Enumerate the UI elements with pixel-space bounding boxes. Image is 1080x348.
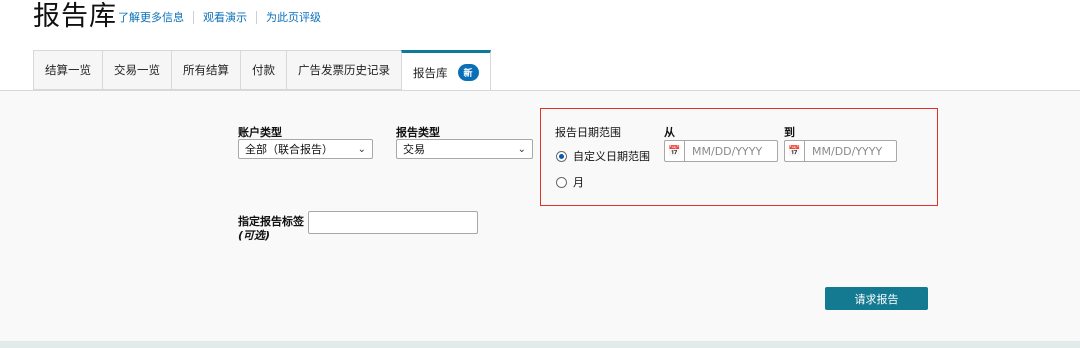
tab-bar: 结算一览 交易一览 所有结算 付款 广告发票历史记录 报告库 新 [33,50,491,93]
tab-ad-invoice-history[interactable]: 广告发票历史记录 [286,50,401,90]
link-divider [256,10,257,24]
from-label: 从 [664,126,675,139]
page-header: 报告库 了解更多信息 观看演示 为此页评级 结算一览 交易一览 所有结算 付款 … [0,0,1080,93]
account-type-label: 账户类型 [238,126,282,139]
custom-range-radio[interactable]: 自定义日期范围 [556,148,650,164]
tab-label: 付款 [252,63,275,77]
link-divider [193,10,194,24]
calendar-icon[interactable]: 📅 [665,141,685,161]
custom-range-label: 自定义日期范围 [573,150,650,163]
month-radio[interactable]: 月 [556,174,584,190]
watch-demo-link[interactable]: 观看演示 [203,9,247,25]
tab-payments[interactable]: 付款 [240,50,286,90]
radio-selected-icon [556,150,567,162]
to-date-placeholder: MM/DD/YYYY [812,144,883,158]
tab-report-library[interactable]: 报告库 新 [401,50,491,93]
account-type-value: 全部（联合报告） [245,143,333,156]
date-range-label: 报告日期范围 [555,126,621,139]
month-label: 月 [573,176,584,189]
tab-label: 报告库 [413,65,448,80]
learn-more-link[interactable]: 了解更多信息 [118,9,184,25]
chevron-down-icon: ⌄ [517,143,526,155]
page-title: 报告库 [33,1,117,32]
tab-label: 交易一览 [114,63,160,77]
to-label: 到 [784,126,795,139]
footer-bar [0,341,1080,348]
optional-label: (可选) [238,229,271,242]
new-badge: 新 [457,64,479,81]
tab-label: 所有结算 [183,63,229,77]
to-date-input[interactable]: 📅 MM/DD/YYYY [784,140,897,162]
request-report-button[interactable]: 请求报告 [825,287,928,310]
calendar-icon[interactable]: 📅 [785,141,805,161]
rate-page-link[interactable]: 为此页评级 [266,9,321,25]
radio-unselected-icon [556,176,567,188]
chevron-down-icon: ⌄ [357,143,366,155]
report-type-select[interactable]: 交易 ⌄ [396,139,533,159]
account-type-select[interactable]: 全部（联合报告） ⌄ [238,139,373,159]
report-tag-input[interactable] [308,211,478,234]
tab-all-settlements[interactable]: 所有结算 [171,50,240,90]
tab-settlement-summary[interactable]: 结算一览 [33,50,102,90]
tab-label: 结算一览 [45,63,91,77]
header-links: 了解更多信息 观看演示 为此页评级 [118,9,321,25]
report-type-value: 交易 [403,143,425,156]
tab-label: 广告发票历史记录 [298,63,390,77]
tab-transaction-summary[interactable]: 交易一览 [102,50,171,90]
report-type-label: 报告类型 [396,126,440,139]
from-date-placeholder: MM/DD/YYYY [692,144,763,158]
from-date-input[interactable]: 📅 MM/DD/YYYY [664,140,778,162]
